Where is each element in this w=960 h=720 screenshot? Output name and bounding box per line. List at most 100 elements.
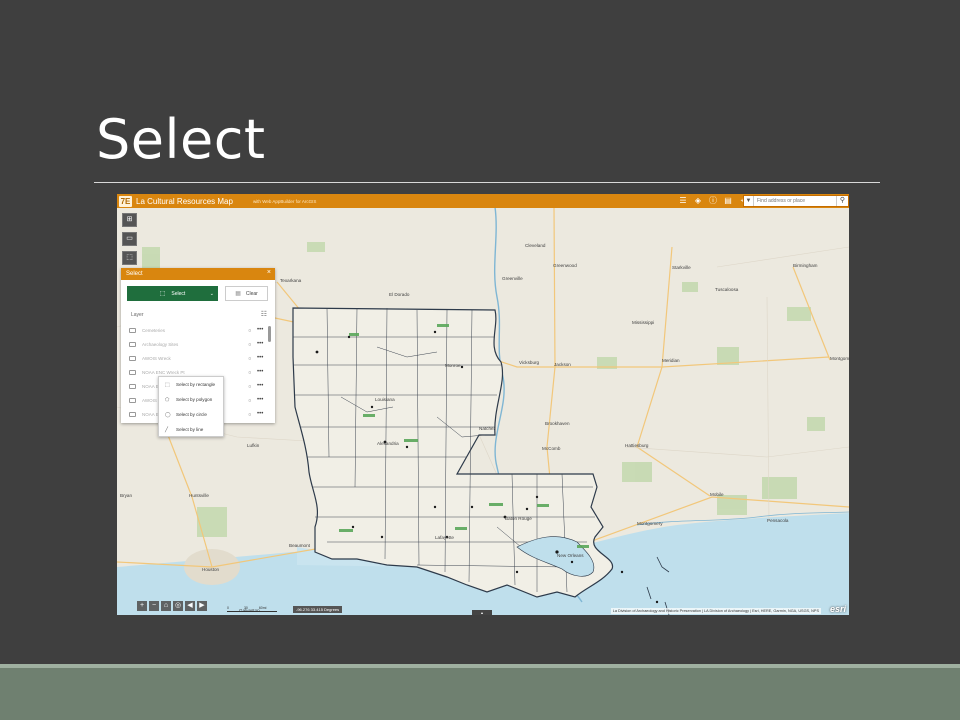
coordinate-readout[interactable]: -96.276 33.415 Degrees <box>293 606 343 613</box>
more-options-icon[interactable]: ••• <box>257 411 267 417</box>
select-panel-header: Select × <box>121 268 275 280</box>
more-options-icon[interactable]: ••• <box>257 383 267 389</box>
menu-item-select-polygon[interactable]: ⬠ Select by polygon <box>159 392 223 407</box>
layer-column-header: Layer <box>131 312 144 318</box>
place-label: Pensacola <box>767 518 789 523</box>
place-label: McComb <box>542 446 561 451</box>
place-label: Huntsville <box>189 493 209 498</box>
place-label: Natchez <box>479 426 497 431</box>
previous-extent-icon[interactable]: ◀ <box>185 601 195 611</box>
layer-checkbox[interactable] <box>129 383 136 389</box>
place-label: Mississippi <box>632 320 654 325</box>
layer-name: AWOIS Wreck <box>142 355 171 361</box>
layer-count: 0 <box>248 383 251 389</box>
select-cursor-icon: ⬚ <box>159 291 166 297</box>
next-extent-icon[interactable]: ▶ <box>197 601 207 611</box>
info-icon[interactable]: ⓘ <box>707 195 719 207</box>
menu-item-select-rectangle[interactable]: ⬚ Select by rectangle <box>159 377 223 392</box>
line-select-icon: ╱ <box>165 426 169 433</box>
polygon-select-icon: ⬠ <box>165 396 170 403</box>
more-options-icon[interactable]: ••• <box>257 341 267 347</box>
layer-checkbox[interactable] <box>129 327 136 333</box>
place-label: Lafayette <box>435 535 454 540</box>
slide-title: Select <box>96 108 266 171</box>
scale-label: 0 <box>227 606 229 610</box>
layer-checkbox[interactable] <box>129 355 136 361</box>
layer-list-scrollbar[interactable] <box>268 326 271 342</box>
rectangle-select-icon: ⬚ <box>165 381 170 388</box>
clear-icon: ▦ <box>235 291 241 297</box>
layer-checkbox[interactable] <box>129 411 136 417</box>
menu-item-select-line[interactable]: ╱ Select by line <box>159 422 223 437</box>
zoom-in-button[interactable]: + <box>137 601 147 611</box>
place-label: Starkville <box>672 265 691 270</box>
place-label: Bryan <box>120 493 132 498</box>
locate-icon[interactable]: ◎ <box>173 601 183 611</box>
scale-bar: 0 30 60mi <box>227 606 277 612</box>
slide-footer-line <box>0 664 960 668</box>
place-label: Vicksburg <box>519 360 540 365</box>
place-label: Hattiesburg <box>625 443 649 448</box>
menu-item-select-circle[interactable]: ◯ Select by circle <box>159 407 223 422</box>
place-label: Houston <box>202 567 220 572</box>
chevron-down-icon[interactable]: ⌄ <box>210 291 214 297</box>
layer-count: 0 <box>248 355 251 361</box>
more-options-icon[interactable]: ••• <box>257 369 267 375</box>
menu-item-label: Select by polygon <box>176 397 213 402</box>
layer-count: 0 <box>248 411 251 417</box>
place-label: Louisiana <box>375 397 395 402</box>
place-label: Brookhaven <box>545 421 570 426</box>
layer-row[interactable]: Archaeology Sites 0 ••• <box>129 338 267 350</box>
place-label: New Orleans <box>557 553 584 558</box>
search-input[interactable] <box>754 196 836 206</box>
select-button-label: Select <box>171 290 186 297</box>
home-extent-button[interactable]: ⊞ <box>122 213 137 227</box>
zoom-out-button[interactable]: − <box>149 601 159 611</box>
circle-select-icon: ◯ <box>165 411 171 418</box>
map-nav-controls: + − ⌂ ◎ ◀ ▶ <box>137 601 207 611</box>
select-panel-title: Select <box>126 271 143 277</box>
print-icon[interactable]: ▤ <box>722 195 734 207</box>
basemap-gallery-button[interactable]: ▭ <box>122 232 137 246</box>
scale-label: 60mi <box>258 606 267 610</box>
search-box: ▼ ⚲ <box>743 195 849 207</box>
layer-checkbox[interactable] <box>129 341 136 347</box>
layer-row[interactable]: AWOIS Wreck 0 ••• <box>129 352 267 364</box>
layer-options-icon[interactable]: ☷ <box>261 310 267 318</box>
app-subtitle: with Web AppBuilder for ArcGIS <box>252 198 317 204</box>
app-logo: 7E <box>119 195 132 207</box>
layer-checkbox[interactable] <box>129 397 136 403</box>
layer-checkbox[interactable] <box>129 369 136 375</box>
app-title: La Cultural Resources Map <box>136 196 233 206</box>
layer-count: 0 <box>248 327 251 333</box>
layers-icon[interactable]: ◈ <box>692 195 704 207</box>
place-label: Mobile <box>710 492 724 497</box>
place-label: Birmingham <box>793 263 818 268</box>
layer-name: NOAA ENC Wreck Pt <box>142 369 185 375</box>
more-options-icon[interactable]: ••• <box>257 397 267 403</box>
layer-row[interactable]: Cemeteries 0 ••• <box>129 324 267 336</box>
clear-button-label: Clear <box>245 290 258 297</box>
menu-item-label: Select by rectangle <box>176 382 216 387</box>
close-icon[interactable]: × <box>267 269 271 276</box>
layer-count: 0 <box>248 341 251 347</box>
bottom-panel-toggle[interactable]: ▴ <box>472 610 492 615</box>
more-options-icon[interactable]: ••• <box>257 327 267 333</box>
select-button[interactable]: ⬚ Select ⌄ <box>127 286 218 301</box>
search-icon[interactable]: ⚲ <box>836 196 848 206</box>
place-label: Greenville <box>502 276 523 281</box>
slide-footer-band <box>0 664 960 720</box>
layer-count: 0 <box>248 397 251 403</box>
place-label: Texarkana <box>280 278 302 283</box>
clear-button[interactable]: ▦ Clear <box>225 286 268 301</box>
home-icon[interactable]: ⌂ <box>161 601 171 611</box>
place-label: Jackson <box>554 362 571 367</box>
layer-count: 0 <box>248 369 251 375</box>
list-icon[interactable]: ☰ <box>677 195 689 207</box>
search-source-dropdown[interactable]: ▼ <box>744 196 754 206</box>
select-widget-button[interactable]: ⬚ <box>122 251 137 265</box>
more-options-icon[interactable]: ••• <box>257 355 267 361</box>
map-attribution: La Division of Archaeology and Historic … <box>610 608 821 614</box>
place-label: Baton Rouge <box>505 516 532 521</box>
menu-item-label: Select by circle <box>176 412 207 417</box>
